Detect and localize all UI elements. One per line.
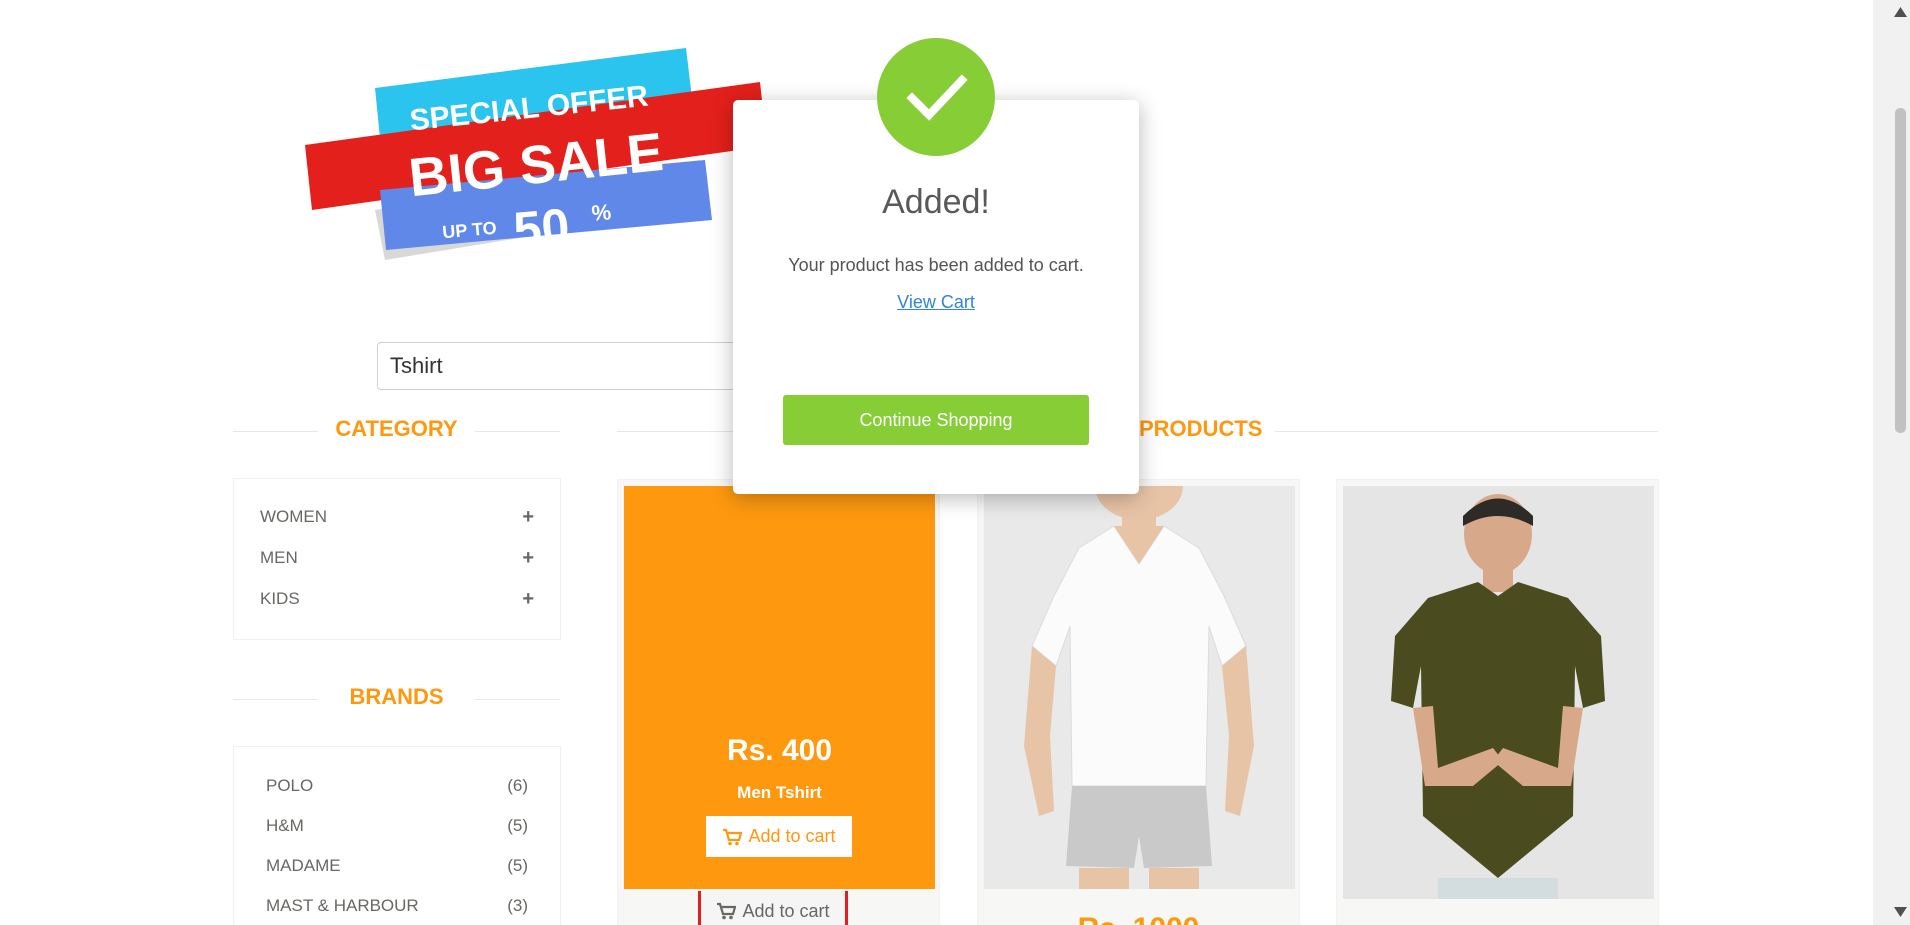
category-item-kids[interactable]: KIDS + — [234, 584, 560, 614]
product-overlay: Rs. 400 Men Tshirt Add to cart — [624, 486, 935, 889]
brands-title: BRANDS — [349, 684, 444, 709]
banner-percent-sign: % — [591, 199, 613, 226]
product-image[interactable] — [984, 486, 1295, 889]
brand-count: (5) — [507, 856, 528, 875]
cart-icon — [717, 902, 737, 920]
checkmark-icon — [906, 74, 968, 121]
category-label: WOMEN — [260, 507, 328, 526]
dialog-message: Your product has been added to cart. — [788, 255, 1084, 275]
products-title: PRODUCTS — [1139, 416, 1263, 441]
category-item-women[interactable]: WOMEN + — [234, 502, 560, 532]
product-price: Rs. 400 — [726, 734, 833, 767]
brand-label: MADAME — [266, 856, 341, 875]
products-title-line-right — [1275, 431, 1658, 432]
dialog-title: Added! — [882, 183, 990, 221]
products-title-line-left — [617, 431, 737, 432]
scroll-down-arrow-icon[interactable] — [1893, 906, 1908, 918]
plus-icon[interactable]: + — [522, 506, 534, 529]
category-title-line-right — [475, 431, 560, 432]
add-to-cart-label: Add to cart — [742, 900, 830, 921]
sale-banner-graphic: SPECIAL OFFER BIG SALE UP TO 50 % OFF — [305, 48, 767, 260]
cart-icon — [723, 828, 743, 845]
brands-panel: POLO (6) H&M (5) MADAME (5) MAST & HARBO… — [233, 746, 561, 925]
add-to-cart-button[interactable]: Add to cart — [706, 816, 852, 857]
search-input[interactable] — [377, 342, 737, 390]
brand-item-mast-harbour[interactable]: MAST & HARBOUR (3) — [234, 891, 560, 921]
plus-icon[interactable]: + — [522, 547, 534, 570]
category-item-men[interactable]: MEN + — [234, 543, 560, 573]
brand-label: POLO — [266, 776, 314, 795]
brand-count: (5) — [507, 816, 528, 835]
category-label: KIDS — [260, 589, 300, 608]
scrollbar[interactable] — [1873, 0, 1910, 925]
product-card[interactable]: Rs. 400 Men Tshirt Add to cart Add to ca… — [617, 479, 940, 925]
product-image[interactable] — [1343, 486, 1654, 899]
brands-title-line-right — [475, 699, 560, 700]
category-title: CATEGORY — [335, 416, 458, 441]
continue-shopping-button[interactable]: Continue Shopping — [783, 395, 1089, 445]
brand-item-polo[interactable]: POLO (6) — [234, 771, 560, 801]
success-badge — [877, 38, 995, 156]
add-to-cart-button-secondary[interactable]: Add to cart — [698, 891, 848, 925]
brand-item-madame[interactable]: MADAME (5) — [234, 851, 560, 881]
view-cart-link[interactable]: View Cart — [733, 292, 1139, 313]
category-panel: WOMEN + MEN + KIDS + — [233, 478, 561, 640]
product-card[interactable] — [1336, 479, 1659, 925]
banner-off: OFF — [594, 223, 640, 252]
brand-count: (6) — [507, 776, 528, 795]
product-name: Men Tshirt — [737, 783, 822, 802]
brand-label: H&M — [266, 816, 304, 835]
product-photo-white-tshirt — [984, 486, 1295, 889]
brand-count: (3) — [507, 896, 528, 915]
brand-label: MAST & HARBOUR — [266, 896, 419, 915]
added-to-cart-dialog: Added! Your product has been added to ca… — [733, 100, 1139, 494]
category-title-line-left — [233, 431, 318, 432]
add-to-cart-label: Add to cart — [748, 826, 836, 846]
product-card[interactable]: Rs. 1000 — [977, 479, 1300, 925]
banner-percent: 50 — [511, 198, 571, 259]
product-price: Rs. 1000 — [978, 912, 1299, 925]
category-label: MEN — [260, 548, 298, 567]
sale-banner: SPECIAL OFFER BIG SALE UP TO 50 % OFF — [300, 40, 780, 270]
brands-title-line-left — [233, 699, 318, 700]
plus-icon[interactable]: + — [522, 588, 534, 611]
brand-item-hm[interactable]: H&M (5) — [234, 811, 560, 841]
page: SPECIAL OFFER BIG SALE UP TO 50 % OFF CA… — [0, 0, 1910, 925]
product-photo-olive-shirt — [1343, 486, 1654, 899]
scrollbar-thumb[interactable] — [1895, 108, 1906, 433]
scroll-up-arrow-icon[interactable] — [1893, 6, 1908, 18]
